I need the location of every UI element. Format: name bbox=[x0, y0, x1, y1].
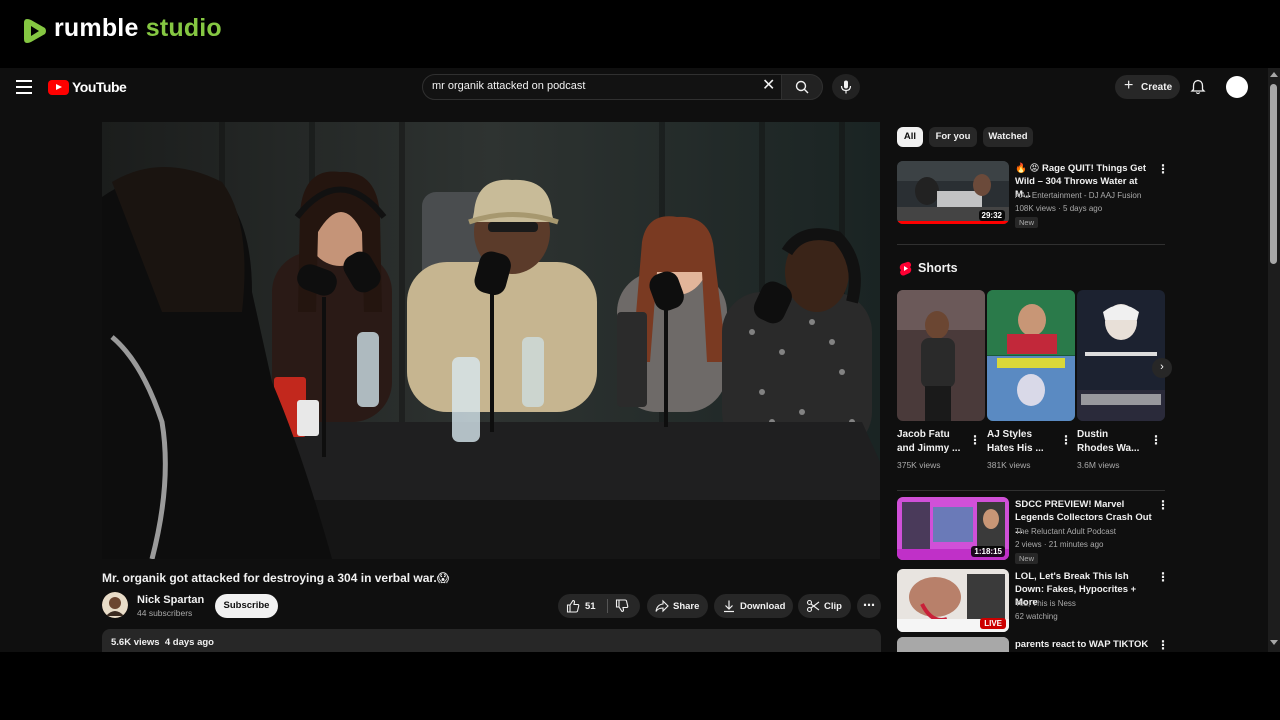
search-icon bbox=[795, 80, 809, 94]
short-thumbnail-image bbox=[1077, 290, 1165, 421]
microphone-icon bbox=[840, 80, 852, 94]
rumble-logo-icon bbox=[24, 19, 46, 43]
rumble-studio-wordmark: rumble studio bbox=[54, 14, 222, 43]
chip-for-you[interactable]: For you bbox=[929, 127, 977, 147]
search-input[interactable]: mr organik attacked on podcast bbox=[432, 80, 585, 92]
share-icon bbox=[655, 599, 669, 613]
shorts-next-chevron-icon[interactable]: › bbox=[1152, 358, 1172, 378]
subscribe-button[interactable]: Subscribe bbox=[215, 594, 278, 618]
short-title[interactable]: AJ Styles Hates His ... bbox=[987, 428, 1057, 456]
plus-icon: + bbox=[1124, 77, 1134, 94]
short-views: 381K views bbox=[987, 460, 1031, 470]
clip-button[interactable]: Clip bbox=[798, 594, 851, 618]
rec-more-icon[interactable]: ⋮ bbox=[1157, 498, 1169, 512]
more-actions-icon[interactable]: ⋯ bbox=[857, 594, 881, 618]
scroll-down-icon[interactable] bbox=[1270, 640, 1278, 645]
channel-avatar[interactable] bbox=[102, 592, 128, 618]
short-title[interactable]: Dustin Rhodes Wa... bbox=[1077, 428, 1147, 456]
rec-thumbnail-4[interactable] bbox=[897, 637, 1009, 652]
clear-search-icon[interactable]: ✕ bbox=[762, 78, 776, 94]
scroll-up-icon[interactable] bbox=[1270, 72, 1278, 77]
video-frame-image bbox=[102, 122, 880, 559]
rumble-brand-text: rumble bbox=[54, 14, 139, 42]
short-thumbnail-1[interactable] bbox=[897, 290, 985, 421]
new-badge: New bbox=[1015, 553, 1039, 564]
bottom-letterbox bbox=[0, 652, 1280, 720]
account-avatar[interactable] bbox=[1226, 76, 1248, 98]
like-dislike-group: 51 bbox=[558, 594, 640, 618]
rec-duration: 1:18:15 bbox=[971, 546, 1005, 557]
thumbs-down-icon[interactable] bbox=[615, 599, 629, 613]
subscriber-count: 44 subscribers bbox=[137, 608, 193, 618]
scrollbar-thumb[interactable] bbox=[1270, 84, 1277, 264]
scissors-icon bbox=[806, 599, 820, 613]
rec-channel[interactable]: AAJ Entertainment - DJ AAJ Fusion bbox=[1015, 191, 1141, 200]
youtube-wordmark[interactable]: YouTube bbox=[72, 79, 127, 95]
view-count: 5.6K views bbox=[111, 637, 160, 648]
channel-name[interactable]: Nick Spartan bbox=[137, 594, 204, 606]
short-thumbnail-image bbox=[897, 290, 985, 421]
voice-search-button[interactable] bbox=[832, 74, 860, 100]
download-icon bbox=[724, 600, 734, 613]
rec-meta: 62 watching bbox=[1015, 612, 1058, 621]
rec-channel[interactable]: Yes, This is Ness bbox=[1015, 599, 1076, 608]
rumble-studio-text: studio bbox=[145, 14, 222, 42]
create-button[interactable]: + Create bbox=[1115, 75, 1180, 99]
short-views: 3.6M views bbox=[1077, 460, 1120, 470]
download-label: Download bbox=[740, 601, 786, 612]
rec-channel[interactable]: The Reluctant Adult Podcast bbox=[1015, 527, 1116, 536]
thumbs-up-icon[interactable] bbox=[566, 599, 580, 613]
rec-duration: 29:32 bbox=[978, 210, 1005, 221]
like-count[interactable]: 51 bbox=[585, 601, 596, 612]
rec-thumbnail-2[interactable]: 1:18:15 bbox=[897, 497, 1009, 560]
youtube-logo-icon[interactable] bbox=[48, 80, 69, 95]
youtube-page: YouTube mr organik attacked on podcast ✕… bbox=[0, 68, 1280, 652]
chip-all[interactable]: All bbox=[897, 127, 923, 147]
rec-thumbnail-1[interactable]: 29:32 bbox=[897, 161, 1009, 224]
shorts-heading: Shorts bbox=[918, 261, 958, 275]
video-title: Mr. organik got attacked for destroying … bbox=[102, 571, 450, 585]
share-label: Share bbox=[673, 601, 700, 612]
create-label: Create bbox=[1141, 82, 1173, 93]
short-title[interactable]: Jacob Fatu and Jimmy ... bbox=[897, 428, 967, 456]
notifications-bell-icon[interactable] bbox=[1190, 79, 1206, 95]
upload-date: 4 days ago bbox=[164, 637, 214, 648]
video-player[interactable] bbox=[102, 122, 880, 559]
short-more-icon[interactable]: ⋮ bbox=[1150, 433, 1162, 447]
section-divider bbox=[897, 244, 1165, 245]
rec-more-icon[interactable]: ⋮ bbox=[1157, 162, 1169, 176]
short-more-icon[interactable]: ⋮ bbox=[969, 433, 981, 447]
short-thumbnail-3[interactable] bbox=[1077, 290, 1165, 421]
rec-more-icon[interactable]: ⋮ bbox=[1157, 638, 1169, 652]
short-more-icon[interactable]: ⋮ bbox=[1060, 433, 1072, 447]
shorts-icon bbox=[899, 261, 912, 276]
section-divider bbox=[897, 490, 1165, 491]
rec-thumbnail-3[interactable]: LIVE bbox=[897, 569, 1009, 632]
new-badge: New bbox=[1015, 217, 1039, 228]
live-badge: LIVE bbox=[980, 618, 1006, 629]
search-button[interactable] bbox=[781, 74, 823, 100]
download-button[interactable]: Download bbox=[714, 594, 793, 618]
chip-watched[interactable]: Watched bbox=[983, 127, 1033, 147]
rec-more-icon[interactable]: ⋮ bbox=[1157, 570, 1169, 584]
short-thumbnail-2[interactable] bbox=[987, 290, 1075, 421]
menu-icon[interactable] bbox=[16, 80, 32, 94]
share-button[interactable]: Share bbox=[647, 594, 708, 618]
description-box[interactable] bbox=[102, 629, 881, 652]
like-divider bbox=[607, 599, 608, 613]
rec-meta: 2 views · 21 minutes ago bbox=[1015, 540, 1104, 549]
rec-meta: 108K views · 5 days ago bbox=[1015, 204, 1103, 213]
rec-thumbnail-image bbox=[897, 637, 1009, 652]
rec-title[interactable]: parents react to WAP TIKTOK bbox=[1015, 638, 1153, 651]
short-thumbnail-image bbox=[987, 290, 1075, 421]
clip-label: Clip bbox=[824, 601, 842, 612]
short-views: 375K views bbox=[897, 460, 941, 470]
channel-avatar-image bbox=[102, 592, 128, 618]
video-stats: 5.6K views 4 days ago bbox=[111, 637, 214, 648]
